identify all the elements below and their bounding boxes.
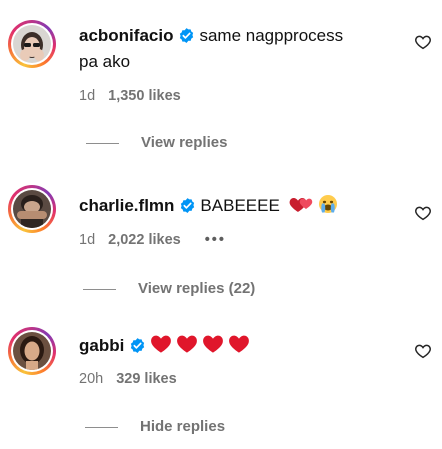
avatar-photo — [13, 332, 51, 370]
avatar-charlie-flmn[interactable] — [8, 185, 56, 233]
comment-meta: 1d 2,022 likes ••• — [79, 230, 226, 250]
comment-line: gabbi — [79, 334, 254, 358]
username[interactable]: gabbi — [79, 336, 124, 355]
like-heart-icon[interactable] — [414, 342, 432, 360]
username[interactable]: acbonifacio — [79, 26, 173, 45]
replies-label: View replies — [141, 134, 228, 151]
username[interactable]: charlie.flmn — [79, 196, 174, 215]
avatar-photo — [13, 190, 51, 228]
like-heart-icon[interactable] — [414, 33, 432, 51]
avatar-acbonifacio[interactable] — [8, 20, 56, 68]
red-heart-emoji-icon — [203, 335, 224, 353]
avatar-photo — [13, 25, 51, 63]
comment-line: acbonifacio same nagpprocess — [79, 24, 343, 48]
timestamp: 1d — [79, 88, 96, 104]
comment-text: same nagpprocess — [199, 26, 344, 45]
replies-divider — [85, 426, 118, 428]
replies-divider — [86, 142, 119, 144]
replies-label: View replies (22) — [138, 280, 256, 297]
comment-meta: 20h 329 likes — [79, 369, 177, 389]
likes-count[interactable]: 2,022 likes — [108, 232, 181, 248]
avatar-gabbi[interactable] — [8, 327, 56, 375]
hide-replies-button[interactable]: Hide replies — [85, 418, 225, 435]
red-heart-emoji-icon — [177, 335, 198, 353]
comment-text-cont: pa ako — [79, 52, 131, 71]
comment-text: BABEEEE — [200, 196, 280, 215]
comment-meta: 1d 1,350 likes — [79, 86, 181, 106]
crying-face-emoji-icon — [318, 195, 337, 213]
verified-badge-icon — [180, 28, 194, 43]
comment-line: charlie.flmn BABEEEE — [79, 194, 338, 218]
likes-count[interactable]: 1,350 likes — [108, 88, 181, 104]
replies-divider — [83, 288, 116, 290]
view-replies-button[interactable]: View replies — [86, 134, 227, 151]
like-heart-icon[interactable] — [414, 204, 432, 222]
red-heart-emoji-icon — [151, 335, 172, 353]
more-options-button[interactable]: ••• — [205, 232, 226, 248]
two-hearts-emoji-icon — [289, 198, 312, 212]
verified-badge-icon — [131, 338, 145, 353]
verified-badge-icon — [181, 198, 195, 213]
view-replies-button[interactable]: View replies (22) — [83, 280, 255, 297]
red-heart-emoji-icon — [229, 335, 250, 353]
timestamp: 20h — [79, 371, 104, 387]
likes-count[interactable]: 329 likes — [116, 371, 176, 387]
replies-label: Hide replies — [140, 418, 226, 435]
timestamp: 1d — [79, 232, 96, 248]
